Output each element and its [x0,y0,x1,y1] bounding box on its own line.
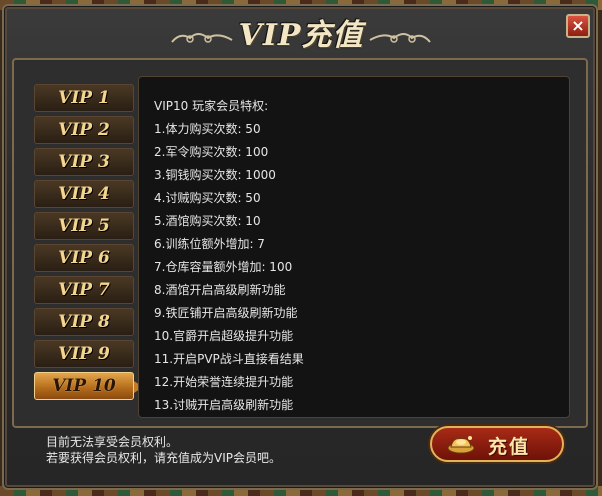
close-button[interactable]: × [566,14,590,38]
tab-vip-4[interactable]: VIP 4 [34,180,134,208]
privilege-line: 11.开启PVP战斗直接看结果 [154,352,304,366]
tab-vip-7[interactable]: VIP 7 [34,276,134,304]
gold-ingot-icon [447,436,475,454]
privilege-line: 7.仓库容量额外增加: 100 [154,260,293,274]
privilege-line: 8.酒馆开启高级刷新功能 [154,283,286,297]
privilege-line: 5.酒馆购买次数: 10 [154,214,261,228]
privilege-line: 10.官爵开启超级提升功能 [154,329,294,343]
privilege-line: 3.铜钱购买次数: 1000 [154,168,276,182]
privilege-line: 2.军令购买次数: 100 [154,145,269,159]
tab-vip-3[interactable]: VIP 3 [34,148,134,176]
cloud-ornament-left-icon [171,33,233,43]
privilege-line: 1.体力购买次数: 50 [154,122,261,136]
window-title: VIP充值 [238,18,364,53]
privileges-panel: VIP10 玩家会员特权: 1.体力购买次数: 50 2.军令购买次数: 100… [138,76,570,418]
recharge-button[interactable]: 充值 [430,426,564,462]
membership-status-text: 目前无法享受会员权利。 [46,435,179,449]
window-title-plate: VIP充值 [232,8,370,53]
privilege-line: 4.讨贼购买次数: 50 [154,191,261,205]
privilege-line: 12.开始荣誉连续提升功能 [154,375,294,389]
recharge-button-label: 充值 [488,436,531,458]
tab-vip-1[interactable]: VIP 1 [34,84,134,112]
membership-hint-text: 若要获得会员权利，请充值成为VIP会员吧。 [46,451,281,465]
tab-vip-6[interactable]: VIP 6 [34,244,134,272]
tab-vip-2[interactable]: VIP 2 [34,116,134,144]
tab-vip-5[interactable]: VIP 5 [34,212,134,240]
privilege-line: 13.讨贼开启高级刷新功能 [154,398,294,412]
tab-vip-8[interactable]: VIP 8 [34,308,134,336]
tab-vip-10[interactable]: VIP 10 [34,372,143,400]
privileges-heading: VIP10 玩家会员特权: [154,99,269,113]
privilege-line: 6.训练位额外增加: 7 [154,237,265,251]
privilege-line: 9.铁匠铺开启高级刷新功能 [154,306,298,320]
tab-vip-9[interactable]: VIP 9 [34,340,134,368]
cloud-ornament-right-icon [369,33,431,43]
